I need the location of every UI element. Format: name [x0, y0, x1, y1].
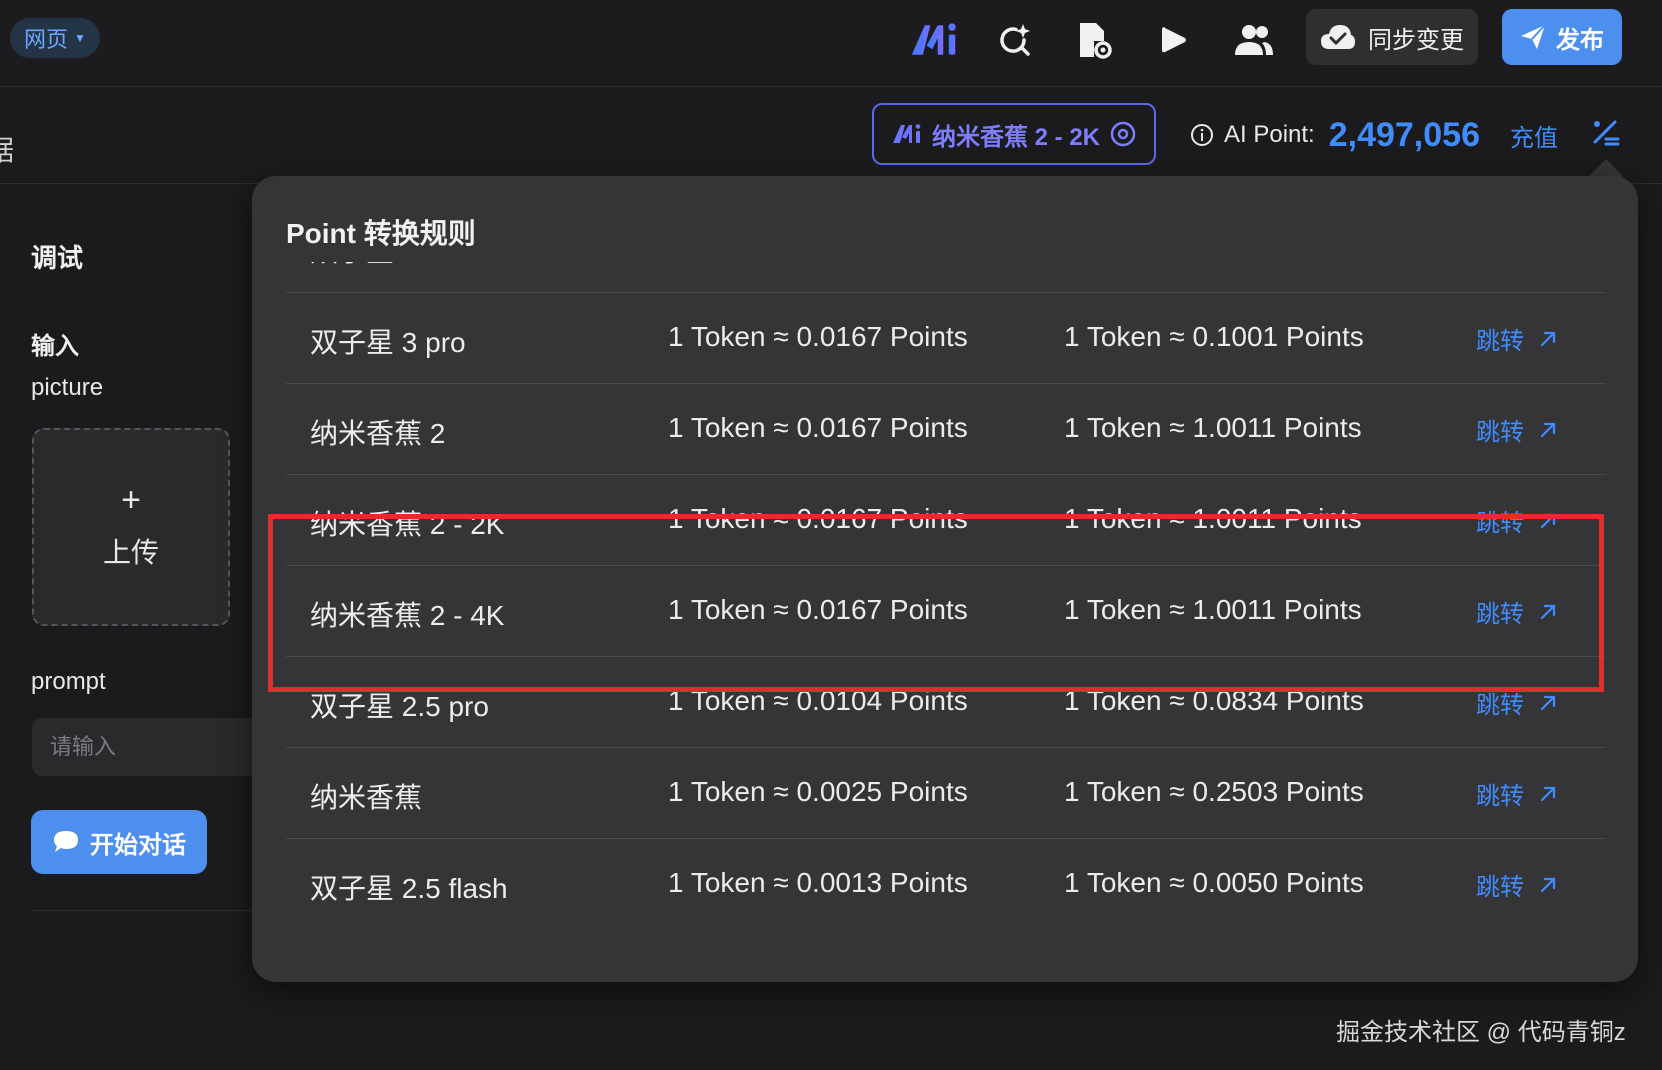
- rules-list[interactable]: 双子星 3 flash1 Token ≈ 0.0042 Points1 Toke…: [286, 262, 1606, 952]
- rule-row: 纳米香蕉 2 1 Token ≈ 0.0167 Points 1 Token ≈ 1…: [286, 384, 1606, 475]
- rule-row: 纳米香蕉 2 - 2K 1 Token ≈ 0.0167 Points 1 Toke…: [286, 475, 1606, 566]
- cloud-check-icon: [1321, 25, 1355, 49]
- external-link-icon: [1540, 695, 1556, 710]
- jump-link[interactable]: 跳转: [1476, 262, 1558, 265]
- input-section-title: 输入: [31, 333, 79, 360]
- upload-area[interactable]: + 上传: [32, 428, 230, 626]
- debug-title: 调试: [31, 243, 84, 273]
- external-link-icon: [1540, 604, 1556, 619]
- sync-changes-label: 同步变更: [1368, 26, 1464, 54]
- model-name: 纳米香蕉 2 - 2K: [931, 123, 1101, 151]
- conversion-rules-icon[interactable]: [1590, 117, 1620, 152]
- popover-title: Point 转换规则: [286, 218, 476, 249]
- model-name-cell: 双子星 3 pro: [310, 327, 466, 358]
- second-bar: 据 纳米香蕉 2 - 2K AI Point: 2,497,056 充值: [0, 87, 1662, 184]
- external-link-icon: [1540, 877, 1556, 892]
- jump-link[interactable]: 跳转: [1476, 685, 1558, 720]
- output-rate-cell: 1 Token ≈ 0.1001 Points: [1064, 321, 1364, 352]
- rule-row: 双子星 2.5 pro 1 Token ≈ 0.0104 Points 1 Toke…: [286, 657, 1606, 748]
- model-selector[interactable]: 纳米香蕉 2 - 2K: [872, 103, 1156, 165]
- jump-link-label: 跳转: [1476, 419, 1524, 446]
- watermark: 掘金技术社区 @ 代码青铜z: [1336, 1019, 1626, 1046]
- prompt-label: prompt: [31, 668, 106, 695]
- target-icon: [1110, 121, 1136, 147]
- chevron-down-icon: ▼: [74, 31, 86, 45]
- jump-link-label: 跳转: [1476, 328, 1524, 355]
- points-label: AI Point:: [1224, 121, 1315, 148]
- external-link-icon: [1540, 786, 1556, 801]
- users-icon[interactable]: [1230, 16, 1278, 64]
- output-rate-cell: 1 Token ≈ 0.0050 Points: [1064, 867, 1364, 898]
- input-rate-cell: 1 Token ≈ 0.0167 Points: [668, 503, 968, 534]
- chat-bubble-icon: [54, 831, 78, 852]
- model-name-cell: 双子星 3 flash: [310, 262, 484, 270]
- info-icon[interactable]: [1190, 123, 1214, 147]
- jump-link[interactable]: 跳转: [1476, 503, 1558, 538]
- rule-row: 纳米香蕉 1 Token ≈ 0.0025 Points 1 Token ≈ 0.2…: [286, 748, 1606, 839]
- jump-link-label: 跳转: [1476, 692, 1524, 719]
- send-icon: [1521, 24, 1546, 49]
- points-display: AI Point: 2,497,056 充值: [1190, 113, 1558, 157]
- jump-link-label: 跳转: [1476, 262, 1524, 265]
- external-link-icon: [1540, 422, 1556, 437]
- model-name-cell: 纳米香蕉 2: [310, 418, 446, 449]
- page-type-dropdown[interactable]: 网页 ▼: [10, 18, 100, 58]
- input-rate-cell: 1 Token ≈ 0.0167 Points: [668, 321, 968, 352]
- input-rate-cell: 1 Token ≈ 0.0025 Points: [668, 776, 968, 807]
- points-value: 2,497,056: [1328, 115, 1480, 154]
- jump-link[interactable]: 跳转: [1476, 412, 1558, 447]
- ai-logo-icon[interactable]: [910, 16, 958, 64]
- publish-button[interactable]: 发布: [1502, 9, 1622, 65]
- model-name-cell: 纳米香蕉: [310, 782, 423, 813]
- input-rate-cell: 1 Token ≈ 0.0167 Points: [668, 594, 968, 625]
- jump-link[interactable]: 跳转: [1476, 321, 1558, 356]
- jump-link[interactable]: 跳转: [1476, 867, 1558, 902]
- jump-link-label: 跳转: [1476, 601, 1524, 628]
- jump-link[interactable]: 跳转: [1476, 594, 1558, 629]
- ai-logo-icon: [892, 124, 921, 143]
- start-chat-button[interactable]: 开始对话: [31, 810, 207, 874]
- rule-row: 双子星 3 pro 1 Token ≈ 0.0167 Points 1 Token …: [286, 293, 1606, 384]
- input-rate-cell: 1 Token ≈ 0.0104 Points: [668, 685, 968, 716]
- rule-row: 纳米香蕉 2 - 4K 1 Token ≈ 0.0167 Points 1 Toke…: [286, 566, 1606, 657]
- rules-list-content: 双子星 3 flash1 Token ≈ 0.0042 Points1 Toke…: [286, 262, 1606, 929]
- jump-link-label: 跳转: [1476, 510, 1524, 537]
- model-name-cell: 纳米香蕉 2 - 4K: [310, 600, 505, 631]
- recharge-link[interactable]: 充值: [1510, 118, 1558, 153]
- publish-label: 发布: [1556, 26, 1604, 54]
- jump-link-label: 跳转: [1476, 783, 1524, 810]
- jump-link[interactable]: 跳转: [1476, 776, 1558, 811]
- input-rate-cell: 1 Token ≈ 0.0013 Points: [668, 867, 968, 898]
- divider: [31, 910, 261, 911]
- top-bar: 网页 ▼ 同步变更 发布: [0, 0, 1662, 87]
- page-type-label: 网页: [24, 27, 69, 52]
- prompt-input[interactable]: [32, 718, 272, 776]
- external-link-icon: [1540, 513, 1556, 528]
- jump-link-label: 跳转: [1476, 874, 1524, 901]
- output-rate-cell: 1 Token ≈ 1.0011 Points: [1064, 412, 1362, 443]
- sync-changes-button[interactable]: 同步变更: [1306, 9, 1478, 65]
- play-icon[interactable]: [1150, 16, 1198, 64]
- model-name-cell: 双子星 2.5 flash: [310, 873, 508, 904]
- point-rules-popover: Point 转换规则 双子星 3 flash1 Token ≈ 0.0042 P…: [252, 176, 1638, 982]
- start-chat-label: 开始对话: [90, 831, 186, 859]
- debug-panel: 调试 输入 picture + 上传 prompt 开始对话: [0, 184, 272, 1070]
- plus-icon: +: [121, 481, 141, 519]
- input-rate-cell: 1 Token ≈ 0.0167 Points: [668, 412, 968, 443]
- truncated-heading: 据: [0, 135, 15, 166]
- picture-label: picture: [31, 374, 104, 401]
- output-rate-cell: 1 Token ≈ 1.0011 Points: [1064, 594, 1362, 625]
- file-settings-icon[interactable]: [1070, 16, 1118, 64]
- output-rate-cell: 1 Token ≈ 0.2503 Points: [1064, 776, 1364, 807]
- output-rate-cell: 1 Token ≈ 1.0011 Points: [1064, 503, 1362, 534]
- output-rate-cell: 1 Token ≈ 0.0834 Points: [1064, 685, 1364, 716]
- model-name-cell: 双子星 2.5 pro: [310, 691, 489, 722]
- model-name-cell: 纳米香蕉 2 - 2K: [310, 509, 505, 540]
- rule-row: 双子星 3 flash1 Token ≈ 0.0042 Points1 Toke…: [286, 262, 1606, 293]
- external-link-icon: [1540, 331, 1556, 346]
- magic-refresh-icon[interactable]: [990, 16, 1038, 64]
- upload-label: 上传: [102, 537, 159, 568]
- rule-row: 双子星 2.5 flash 1 Token ≈ 0.0013 Points 1 To…: [286, 839, 1606, 929]
